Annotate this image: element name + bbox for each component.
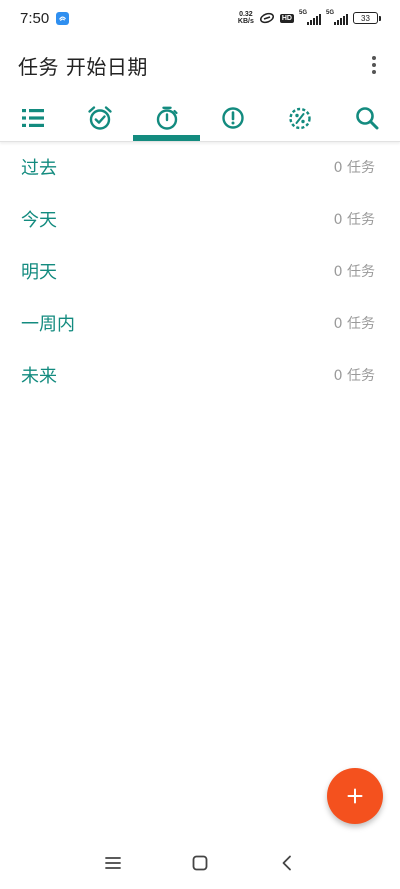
signal-1-label: 5G xyxy=(299,10,308,16)
tab-bar xyxy=(0,94,400,142)
more-dot-icon xyxy=(372,56,376,60)
timer-icon xyxy=(156,106,178,130)
list-item[interactable]: 明天 0 任务 xyxy=(0,245,400,297)
signal-icon-2: 5G xyxy=(326,10,348,25)
tab-start-date[interactable] xyxy=(133,94,200,141)
network-speed-unit: KB/s xyxy=(237,18,254,25)
system-nav-bar xyxy=(0,845,400,881)
link-icon xyxy=(259,9,275,28)
list-item-label: 一周内 xyxy=(21,314,75,335)
signal-icon-1: 5G xyxy=(299,10,321,25)
hd-badge: HD xyxy=(279,13,294,23)
list-item-count: 0 任务 xyxy=(333,160,375,176)
list-icon xyxy=(22,108,45,127)
battery-level: 33 xyxy=(361,13,370,23)
list-item-count: 0 任务 xyxy=(333,368,375,384)
search-icon xyxy=(355,106,379,129)
nav-menu-button[interactable] xyxy=(103,853,123,873)
network-speed-value: 0.32 xyxy=(239,11,253,18)
list-item[interactable]: 一周内 0 任务 xyxy=(0,297,400,349)
more-dot-icon xyxy=(372,63,376,67)
list-item[interactable]: 今天 0 任务 xyxy=(0,193,400,245)
more-dot-icon xyxy=(372,70,376,74)
alert-circle-icon xyxy=(222,106,245,129)
list-item-label: 未来 xyxy=(21,366,57,387)
tab-all-tasks[interactable] xyxy=(0,94,67,141)
network-speed: 0.32 KB/s xyxy=(238,11,254,25)
date-group-list: 过去 0 任务 今天 0 任务 明天 0 任务 一周内 0 任务 未来 0 任务 xyxy=(0,141,400,401)
percent-progress-icon xyxy=(289,107,311,129)
notification-app-icon xyxy=(56,11,70,25)
signal-2-label: 5G xyxy=(326,10,335,16)
list-item-count: 0 任务 xyxy=(333,264,375,280)
add-task-button[interactable] xyxy=(327,768,383,824)
status-time: 7:50 xyxy=(20,9,50,27)
page-title: 任务 开始日期 xyxy=(18,54,148,79)
list-item-label: 今天 xyxy=(21,210,57,231)
more-options-button[interactable] xyxy=(362,52,386,78)
tab-progress[interactable] xyxy=(267,94,334,141)
status-icons: 0.32 KB/s HD 5G 5G 33 xyxy=(238,8,381,28)
status-bar: 7:50 0.32 KB/s HD 5G 5G 33 xyxy=(0,0,400,36)
alarm-check-icon xyxy=(88,105,112,130)
plus-icon xyxy=(347,788,363,804)
menu-icon xyxy=(105,857,121,869)
list-item-label: 过去 xyxy=(21,158,57,179)
list-item[interactable]: 过去 0 任务 xyxy=(0,141,400,193)
list-item-count: 0 任务 xyxy=(333,316,375,332)
list-item-label: 明天 xyxy=(21,262,57,283)
nav-back-button[interactable] xyxy=(277,853,297,873)
back-chevron-icon xyxy=(282,855,291,871)
app-bar: 任务 开始日期 xyxy=(0,42,400,88)
list-item-count: 0 任务 xyxy=(333,212,375,228)
list-item[interactable]: 未来 0 任务 xyxy=(0,349,400,401)
home-square-icon xyxy=(192,855,208,871)
tab-due-date[interactable] xyxy=(67,94,134,141)
battery-icon: 33 xyxy=(353,12,381,24)
tab-priority[interactable] xyxy=(200,94,267,141)
nav-home-button[interactable] xyxy=(190,853,210,873)
tab-search[interactable] xyxy=(333,94,400,141)
